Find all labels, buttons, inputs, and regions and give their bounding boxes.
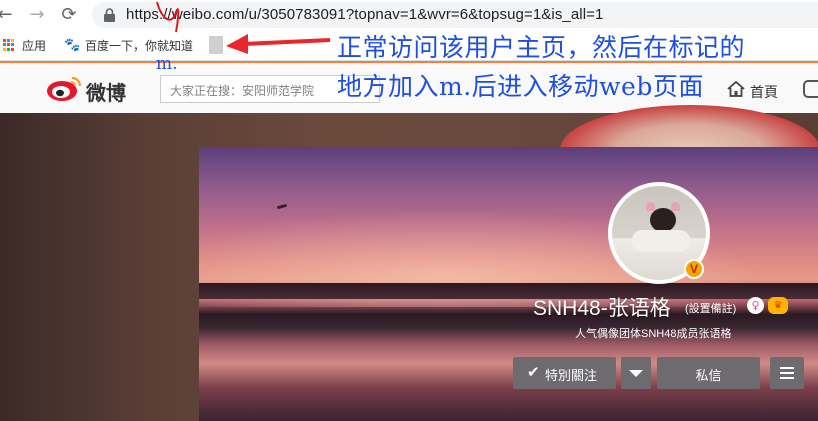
- bookmark-baidu[interactable]: 百度一下，你就知道: [85, 37, 193, 54]
- annotation-insert-text: m.: [156, 54, 178, 74]
- url-text[interactable]: https://weibo.com/u/3050783091?topnav=1&…: [126, 6, 603, 23]
- message-button[interactable]: 私信: [657, 357, 760, 389]
- weibo-logo-text[interactable]: 微博: [86, 77, 126, 106]
- profile-name: SNH48-张语格: [533, 297, 671, 320]
- follow-label: 特別關注: [545, 368, 598, 383]
- female-icon: ♀: [747, 297, 764, 314]
- back-arrow-icon[interactable]: ←: [0, 4, 16, 26]
- search-placeholder: 大家正在搜：安阳师范学院: [170, 84, 315, 98]
- special-follow-button[interactable]: ✔ 特別關注: [513, 357, 616, 389]
- member-crown-icon[interactable]: ♛: [768, 297, 788, 314]
- chevron-down-icon: [629, 370, 643, 377]
- message-label: 私信: [695, 368, 722, 383]
- home-icon[interactable]: [726, 79, 746, 99]
- apps-grid-icon[interactable]: [3, 39, 15, 51]
- follow-dropdown-button[interactable]: [621, 357, 651, 389]
- address-bar[interactable]: https://weibo.com/u/3050783091?topnav=1&…: [92, 2, 818, 28]
- bookmark-apps[interactable]: 应用: [22, 37, 46, 54]
- bookmark-thumbnail[interactable]: [209, 36, 223, 54]
- set-remark-link[interactable]: (設置備註): [685, 300, 736, 316]
- cover-horizon: [199, 283, 818, 299]
- browser-toolbar: ← → ⟳ https://weibo.com/u/3050783091?top…: [0, 0, 818, 30]
- nav-home-label[interactable]: 首頁: [750, 82, 778, 102]
- more-menu-button[interactable]: [770, 357, 804, 389]
- avatar-arm: [632, 230, 690, 252]
- annotation-line-2: 地方加入m.后进入移动web页面: [337, 72, 704, 101]
- annotation-line-1: 正常访问该用户主页，然后在标记的: [337, 33, 746, 62]
- hamburger-icon: [780, 367, 794, 379]
- video-icon[interactable]: [803, 80, 818, 98]
- baidu-paw-icon: 🐾: [64, 38, 81, 53]
- weibo-logo-icon[interactable]: [46, 75, 82, 101]
- lock-icon: [104, 8, 115, 22]
- avatar-head: [650, 208, 676, 232]
- verified-badge-icon: V: [684, 259, 704, 279]
- reload-icon[interactable]: ⟳: [58, 4, 80, 26]
- check-icon: ✔: [527, 363, 540, 381]
- profile-bio: 人气偶像团体SNH48成员张语格: [575, 328, 732, 340]
- forward-arrow-icon[interactable]: →: [26, 4, 48, 26]
